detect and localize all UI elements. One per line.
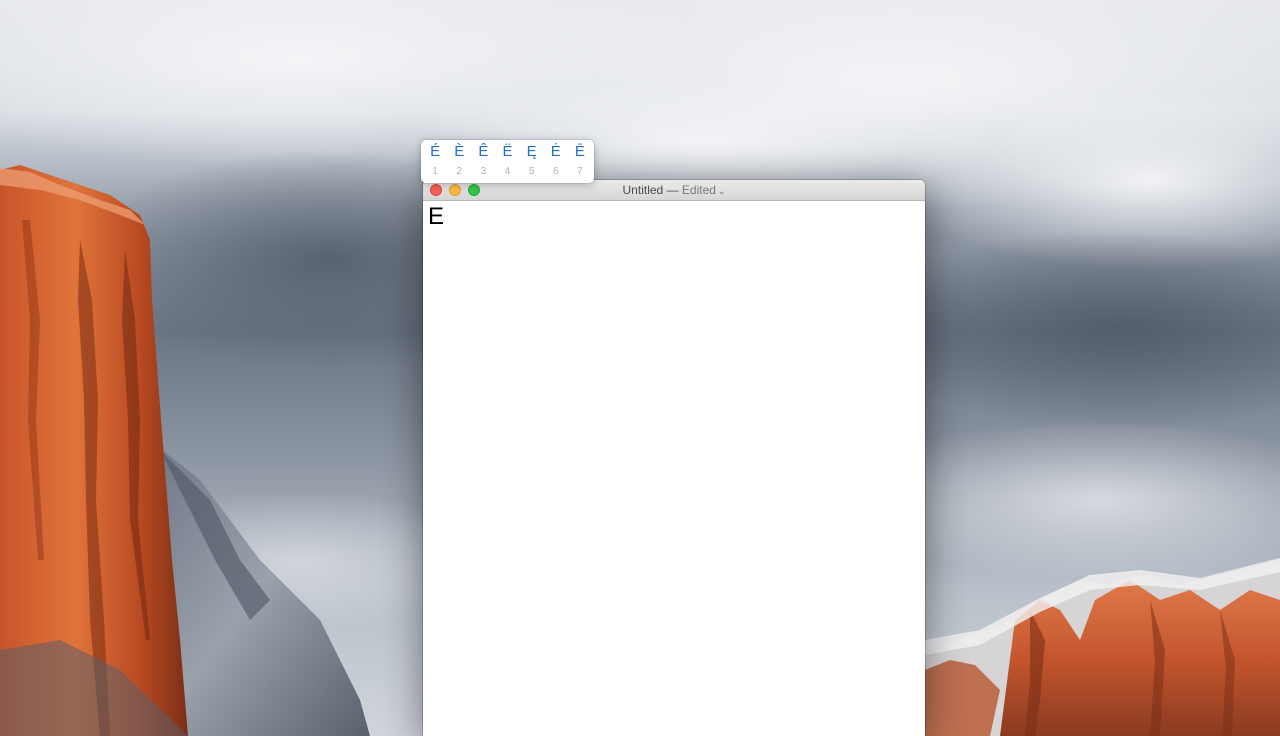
- window-title[interactable]: Untitled — Edited ⌄: [423, 183, 925, 197]
- accent-glyph: È: [454, 143, 465, 160]
- accent-number: 5: [528, 166, 535, 177]
- document-name: Untitled: [622, 183, 664, 197]
- accent-character-popover: É 1 È 2 Ê 3 Ë 4 Ę 5 Ė 6 Ē 7: [421, 140, 594, 183]
- accent-option-2[interactable]: È 2: [447, 140, 471, 178]
- accent-option-3[interactable]: Ê 3: [471, 140, 495, 178]
- accent-number: 3: [480, 166, 487, 177]
- desktop: É 1 È 2 Ê 3 Ë 4 Ę 5 Ė 6 Ē 7 Untitled — E…: [0, 0, 1280, 736]
- title-separator: —: [666, 183, 679, 197]
- accent-list: É 1 È 2 Ê 3 Ë 4 Ę 5 Ė 6 Ē 7: [421, 140, 594, 178]
- accent-option-6[interactable]: Ė 6: [544, 140, 568, 178]
- accent-number: 2: [456, 166, 462, 177]
- accent-number: 1: [432, 166, 438, 177]
- accent-number: 7: [577, 166, 583, 177]
- accent-number: 6: [552, 166, 559, 177]
- title-bar[interactable]: Untitled — Edited ⌄: [423, 180, 925, 201]
- accent-option-4[interactable]: Ë 4: [495, 140, 519, 178]
- accent-glyph: Ę: [526, 143, 537, 160]
- accent-option-5[interactable]: Ę 5: [520, 140, 544, 178]
- chevron-down-icon[interactable]: ⌄: [718, 186, 726, 196]
- document-editor[interactable]: E: [423, 201, 925, 736]
- text-editor-window: Untitled — Edited ⌄ E: [423, 180, 925, 736]
- accent-option-1[interactable]: É 1: [423, 140, 447, 178]
- accent-glyph: Ê: [478, 143, 489, 160]
- accent-glyph: É: [430, 143, 441, 160]
- accent-glyph: Ē: [574, 143, 585, 160]
- accent-number: 4: [504, 166, 511, 177]
- accent-glyph: Ë: [502, 143, 513, 160]
- edited-status: Edited: [681, 183, 716, 197]
- accent-glyph: Ė: [550, 143, 561, 160]
- document-text[interactable]: E: [428, 202, 444, 232]
- accent-option-7[interactable]: Ē 7: [568, 140, 592, 178]
